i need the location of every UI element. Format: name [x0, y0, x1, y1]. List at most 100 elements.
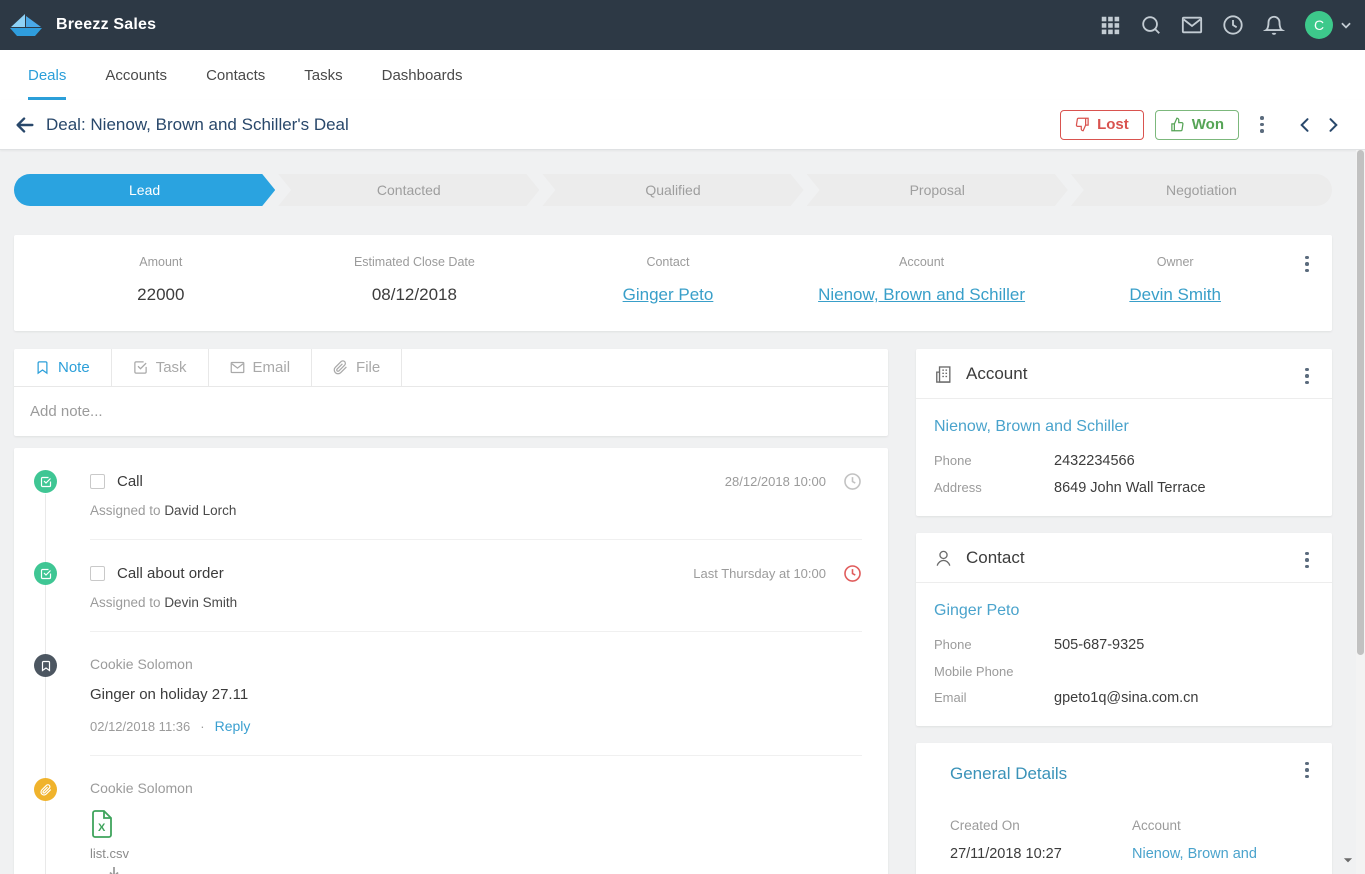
back-arrow-icon[interactable]: [14, 114, 36, 136]
lost-button-label: Lost: [1097, 116, 1129, 133]
scroll-down-arrow-icon[interactable]: [1341, 853, 1355, 867]
row-label: Phone: [934, 453, 1054, 469]
history-clock-icon[interactable]: [1222, 14, 1244, 36]
stage-contacted[interactable]: Contacted: [278, 174, 539, 206]
composer-tab-email[interactable]: Email: [209, 349, 313, 386]
task-timestamp: 28/12/2018 10:00: [725, 474, 826, 489]
contact-name-link[interactable]: Ginger Peto: [934, 602, 1019, 619]
notifications-bell-icon[interactable]: [1263, 14, 1285, 36]
feed-file-entry: Cookie Solomon X list.csv: [14, 756, 888, 874]
detail-row: Mobile Phone: [934, 664, 1314, 679]
field-value: 27/11/2018 10:27: [950, 846, 1132, 862]
general-details-kebab-icon[interactable]: [1298, 759, 1316, 781]
assignee-name: Devin Smith: [164, 595, 237, 610]
mail-icon[interactable]: [1181, 14, 1203, 36]
contact-kebab-icon[interactable]: [1298, 549, 1316, 571]
deal-actions-kebab-icon[interactable]: [1253, 114, 1271, 136]
stage-qualified[interactable]: Qualified: [542, 174, 803, 206]
attachment-badge-paperclip-icon: [34, 778, 57, 801]
pipeline-stage-bar: Lead Contacted Qualified Proposal Negoti…: [14, 174, 1332, 206]
row-value: gpeto1q@sina.com.cn: [1054, 690, 1199, 706]
composer-tab-note[interactable]: Note: [14, 349, 112, 386]
summary-kebab-icon[interactable]: [1298, 253, 1316, 275]
field-label: Owner: [1048, 255, 1302, 269]
field-label: Created On: [950, 818, 1132, 833]
composer-tab-file[interactable]: File: [312, 349, 402, 386]
task-checkbox[interactable]: [90, 566, 105, 581]
tab-accounts[interactable]: Accounts: [105, 50, 167, 100]
file-author: Cookie Solomon: [90, 780, 862, 796]
assigned-line: Assigned to Devin Smith: [90, 595, 862, 610]
composer-tab-label: Task: [156, 359, 187, 376]
reply-link[interactable]: Reply: [215, 718, 251, 734]
field-value: 08/12/2018: [288, 285, 542, 305]
row-value: 505-687-9325: [1054, 637, 1144, 653]
detail-row: Email gpeto1q@sina.com.cn: [934, 690, 1314, 706]
account-link[interactable]: Nienow, Brown and Schiller: [818, 285, 1025, 304]
overdue-clock-icon[interactable]: [843, 564, 862, 583]
search-icon[interactable]: [1140, 14, 1162, 36]
composer-tab-task[interactable]: Task: [112, 349, 209, 386]
lost-button[interactable]: Lost: [1060, 110, 1144, 140]
building-icon: [934, 365, 953, 384]
assignee-name: David Lorch: [164, 503, 236, 518]
scrollbar-thumb[interactable]: [1357, 150, 1364, 655]
stage-proposal[interactable]: Proposal: [807, 174, 1068, 206]
previous-deal-chevron-left-icon[interactable]: [1295, 115, 1315, 135]
field-label: Account: [795, 255, 1049, 269]
download-icon[interactable]: [105, 866, 123, 874]
reschedule-clock-icon[interactable]: [843, 472, 862, 491]
spreadsheet-file-icon[interactable]: X: [90, 810, 114, 838]
user-avatar[interactable]: C: [1305, 11, 1333, 39]
note-badge-bookmark-icon: [34, 654, 57, 677]
content-area: Lead Contacted Qualified Proposal Negoti…: [0, 150, 1365, 874]
field-label: Estimated Close Date: [288, 255, 542, 269]
next-deal-chevron-right-icon[interactable]: [1323, 115, 1343, 135]
vertical-scrollbar[interactable]: [1356, 150, 1365, 874]
tab-deals[interactable]: Deals: [28, 50, 66, 100]
account-link[interactable]: Nienow, Brown and: [1132, 846, 1257, 862]
summary-field-account: Account Nienow, Brown and Schiller: [795, 255, 1049, 305]
row-label: Email: [934, 690, 1054, 706]
won-button[interactable]: Won: [1155, 110, 1239, 140]
activity-column: Note Task Email File: [14, 349, 888, 874]
row-label: Address: [934, 480, 1054, 496]
person-icon: [934, 549, 953, 568]
module-nav: Deals Accounts Contacts Tasks Dashboards: [0, 50, 1365, 100]
stage-lead[interactable]: Lead: [14, 174, 275, 206]
tab-contacts[interactable]: Contacts: [206, 50, 265, 100]
summary-field-close-date: Estimated Close Date 08/12/2018: [288, 255, 542, 305]
composer-tab-label: Email: [253, 359, 291, 376]
field-label: Amount: [34, 255, 288, 269]
note-timestamp: 02/12/2018 11:36: [90, 719, 190, 734]
bookmark-icon: [35, 360, 50, 375]
paperclip-icon: [333, 360, 348, 375]
tab-dashboards[interactable]: Dashboards: [382, 50, 463, 100]
feed-note-entry: Cookie Solomon Ginger on holiday 27.11 0…: [14, 632, 888, 756]
contact-link[interactable]: Ginger Peto: [623, 285, 714, 304]
summary-field-amount: Amount 22000: [34, 255, 288, 305]
field-label: Account: [1132, 818, 1314, 833]
account-name-link[interactable]: Nienow, Brown and Schiller: [934, 418, 1129, 435]
stage-negotiation[interactable]: Negotiation: [1071, 174, 1332, 206]
detail-row: Phone 2432234566: [934, 453, 1314, 469]
detail-row: Address 8649 John Wall Terrace: [934, 480, 1314, 496]
thumbs-down-icon: [1075, 117, 1090, 132]
apps-grid-icon[interactable]: [1099, 14, 1121, 36]
check-square-icon: [133, 360, 148, 375]
assigned-line: Assigned to David Lorch: [90, 503, 862, 518]
user-menu-chevron-down-icon[interactable]: [1339, 18, 1353, 32]
task-checkbox[interactable]: [90, 474, 105, 489]
tab-tasks[interactable]: Tasks: [304, 50, 342, 100]
general-details-card: General Details Created On 27/11/2018 10…: [916, 743, 1332, 874]
deal-header: Deal: Nienow, Brown and Schiller's Deal …: [0, 100, 1365, 150]
summary-field-contact: Contact Ginger Peto: [541, 255, 795, 305]
card-title: General Details: [950, 764, 1067, 784]
owner-link[interactable]: Devin Smith: [1129, 285, 1221, 304]
card-title: Account: [966, 364, 1027, 384]
account-kebab-icon[interactable]: [1298, 365, 1316, 387]
thumbs-up-icon: [1170, 117, 1185, 132]
completed-task-badge-icon: [34, 470, 57, 493]
composer-card: Note Task Email File: [14, 349, 888, 436]
add-note-input[interactable]: Add note...: [14, 387, 888, 436]
